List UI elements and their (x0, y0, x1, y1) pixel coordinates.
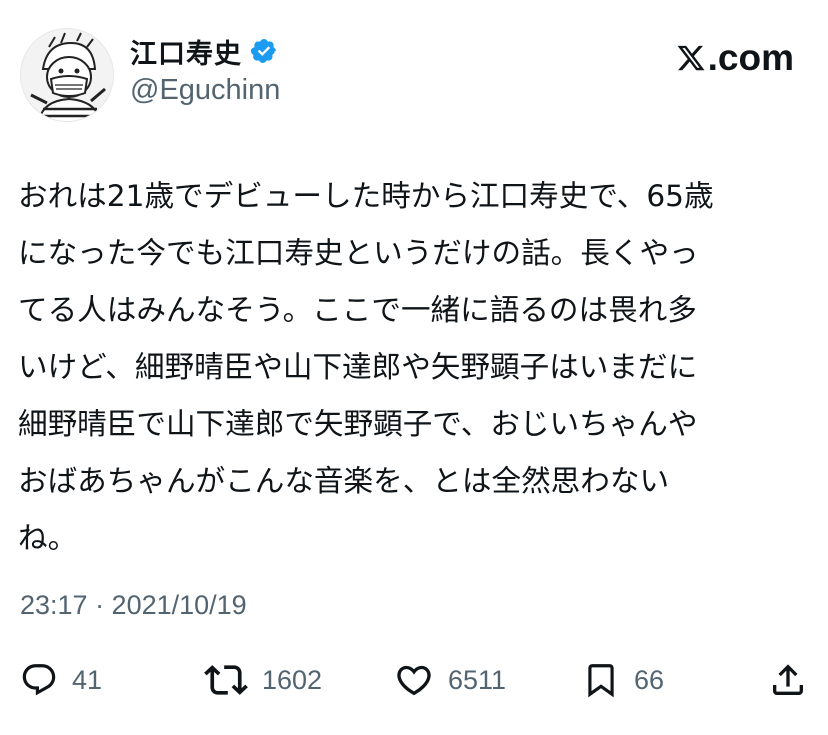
share-icon (773, 664, 803, 695)
tweet-text-line: おばあちゃんがこんな音楽を、とは全然思わない (18, 464, 670, 498)
brand-text: .com (707, 37, 794, 78)
verified-badge-icon (250, 39, 276, 63)
reply-icon (22, 664, 56, 696)
tweet-text-line: 細野晴臣で山下達郎で矢野顕子で、おじいちゃんや (18, 407, 698, 441)
tweet-text-line: いけど、細野晴臣や山下達郎や矢野顕子はいまだに (18, 350, 698, 384)
avatar[interactable] (20, 28, 114, 122)
author-handle[interactable]: @Eguchinn (130, 74, 280, 107)
reply-count: 41 (72, 664, 103, 695)
author-display-name[interactable]: 江口寿史 (130, 32, 242, 71)
tweet-text: おれは21歳でデビューした時から江口寿史で、65歳 になった今でも江口寿史という… (18, 168, 818, 567)
reply-button[interactable]: 41 (20, 654, 102, 706)
retweet-icon (204, 665, 248, 695)
bookmark-button[interactable]: 66 (582, 654, 664, 706)
bookmark-icon (588, 664, 614, 698)
like-count: 6511 (448, 664, 507, 695)
heart-icon (397, 665, 431, 696)
cartoon-avatar-illustration (21, 29, 113, 121)
tweet-text-line: おれは21歳でデビューした時から江口寿史で、65歳 (18, 179, 714, 213)
retweet-count: 1602 (262, 664, 323, 695)
tweet-text-line: てる人はみんなそう。ここで一緒に語るのは畏れ多 (18, 293, 697, 327)
action-bar: 41 1602 6511 66 (0, 654, 828, 706)
retweet-button[interactable]: 1602 (204, 654, 322, 706)
bookmark-count: 66 (634, 664, 665, 695)
tweet-text-line: になった今でも江口寿史というだけの話。長くやっ (18, 236, 699, 270)
tweet-timestamp[interactable]: 23:17 · 2021/10/19 (20, 590, 247, 621)
author-name-row[interactable]: 江口寿史 (130, 32, 278, 70)
like-button[interactable]: 6511 (394, 654, 506, 706)
share-button[interactable] (768, 654, 808, 706)
x-logo-icon (677, 45, 705, 71)
tweet-text-line: ね。 (18, 521, 78, 555)
brand-logo: .com (676, 36, 794, 80)
